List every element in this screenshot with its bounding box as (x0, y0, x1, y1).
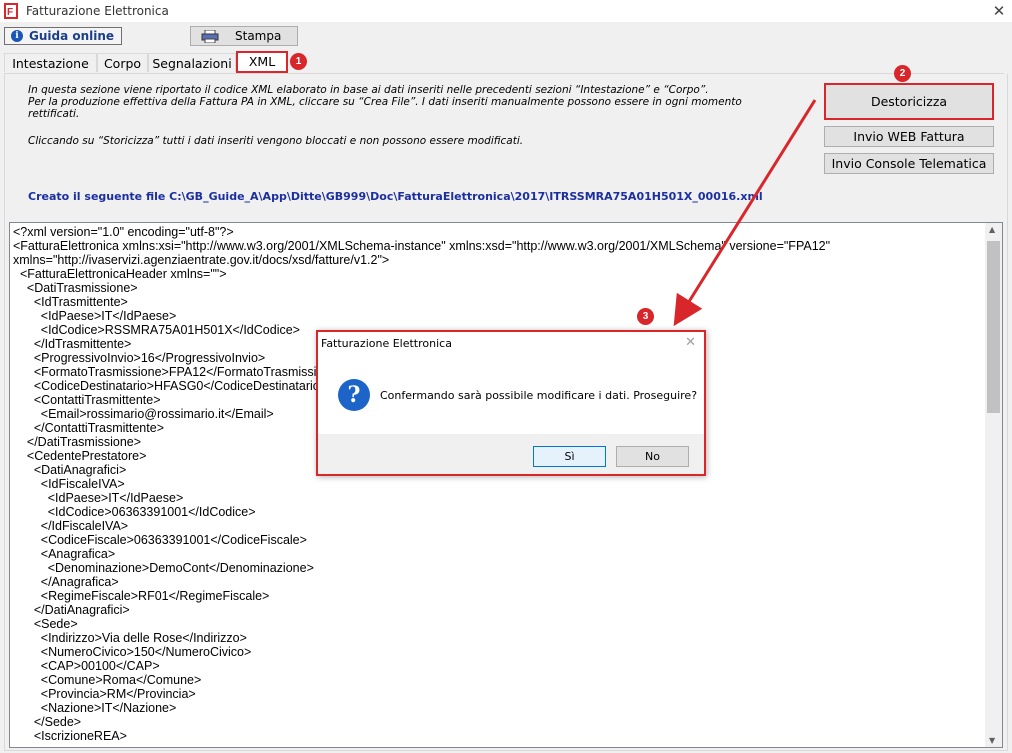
tab-xml[interactable]: XML (236, 51, 288, 73)
xml-line: <CodiceFiscale>06363391001</CodiceFiscal… (13, 533, 307, 547)
info-text-line: Per la produzione effettiva della Fattur… (28, 96, 742, 108)
invio-web-fattura-button[interactable]: Invio WEB Fattura (824, 126, 994, 147)
dialog-message: Confermando sarà possibile modificare i … (380, 389, 698, 402)
xml-line: <Nazione>IT</Nazione> (13, 701, 177, 715)
tab-intestazione[interactable]: Intestazione (4, 53, 97, 72)
xml-line: <Comune>Roma</Comune> (13, 673, 202, 687)
tab-segnalazioni[interactable]: Segnalazioni (148, 53, 236, 72)
no-button[interactable]: No (616, 446, 689, 467)
info-text-line: rettificati. (28, 108, 80, 120)
xml-line: <IdFiscaleIVA> (13, 477, 125, 491)
dialog-title: Fatturazione Elettronica (321, 337, 452, 350)
xml-line: <IscrizioneREA> (13, 729, 127, 743)
xml-line: <Sede> (13, 617, 78, 631)
stampa-label: Stampa (235, 29, 282, 43)
xml-line: </Sede> (13, 715, 82, 729)
xml-line: <NumeroCivico>150</NumeroCivico> (13, 645, 252, 659)
svg-text:F: F (7, 7, 13, 18)
stampa-button[interactable]: Stampa (190, 26, 298, 46)
question-icon: ? (338, 379, 370, 411)
xml-line: </DatiAnagrafici> (13, 603, 130, 617)
scroll-thumb[interactable] (987, 241, 1000, 413)
xml-line: <IdCodice>06363391001</IdCodice> (13, 505, 256, 519)
xml-line: <IdPaese>IT</IdPaese> (13, 491, 184, 505)
guida-online-label: Guida online (29, 29, 115, 43)
app-icon: F (4, 3, 18, 19)
xml-line: <CAP>00100</CAP> (13, 659, 160, 673)
step-badge-3: 3 (637, 308, 654, 325)
dialog-footer: Sì No (318, 434, 704, 474)
window-title: Fatturazione Elettronica (26, 4, 169, 18)
printer-icon (201, 29, 219, 43)
destoricizza-button[interactable]: Destoricizza (824, 83, 994, 120)
xml-line: <Indirizzo>Via delle Rose</Indirizzo> (13, 631, 247, 645)
info-text-line: In questa sezione viene riportato il cod… (28, 84, 709, 96)
close-icon[interactable]: ✕ (990, 2, 1008, 20)
guida-online-button[interactable]: i Guida online (4, 27, 122, 45)
xml-line: <?xml version="1.0" encoding="utf-8"?> (13, 225, 234, 239)
info-text-line: Cliccando su “Storicizza” tutti i dati i… (28, 135, 524, 147)
xml-line: <DatiTrasmissione> (13, 281, 138, 295)
dialog-close-icon[interactable]: ✕ (685, 335, 696, 350)
tab-corpo[interactable]: Corpo (97, 53, 148, 72)
created-file-path: Creato il seguente file C:\GB_Guide_A\Ap… (28, 190, 763, 203)
invio-console-telematica-button[interactable]: Invio Console Telematica (824, 153, 994, 174)
xml-line: </Anagrafica> (13, 575, 119, 589)
xml-line: <FatturaElettronica xmlns:xsi="http://ww… (13, 239, 831, 253)
xml-line: <Anagrafica> (13, 547, 116, 561)
xml-line: <IdTrasmittente> (13, 295, 128, 309)
xml-line: <Provincia>RM</Provincia> (13, 687, 196, 701)
scroll-up-icon[interactable]: ▲ (989, 225, 995, 234)
yes-button[interactable]: Sì (533, 446, 606, 467)
scroll-down-icon[interactable]: ▼ (989, 736, 995, 745)
xml-text-area[interactable]: <?xml version="1.0" encoding="utf-8"?> <F… (9, 222, 1003, 748)
xml-content: <?xml version="1.0" encoding="utf-8"?> <F… (13, 225, 983, 743)
xml-line: <Denominazione>DemoCont</Denominazione> (13, 561, 314, 575)
step-badge-1: 1 (290, 53, 307, 70)
xml-line: </IdFiscaleIVA> (13, 519, 129, 533)
vertical-scrollbar[interactable]: ▲ ▼ (985, 223, 1002, 747)
step-badge-2: 2 (894, 65, 911, 82)
info-icon: i (11, 30, 23, 42)
xml-line: <IdPaese>IT</IdPaese> (13, 309, 177, 323)
xml-line: <RegimeFiscale>RF01</RegimeFiscale> (13, 589, 270, 603)
xml-line: xmlns="http://ivaservizi.agenziaentrate.… (13, 253, 390, 267)
confirm-dialog: Fatturazione Elettronica ✕ ? Confermando… (316, 330, 706, 476)
xml-line: <FatturaElettronicaHeader xmlns=""> (13, 267, 227, 281)
